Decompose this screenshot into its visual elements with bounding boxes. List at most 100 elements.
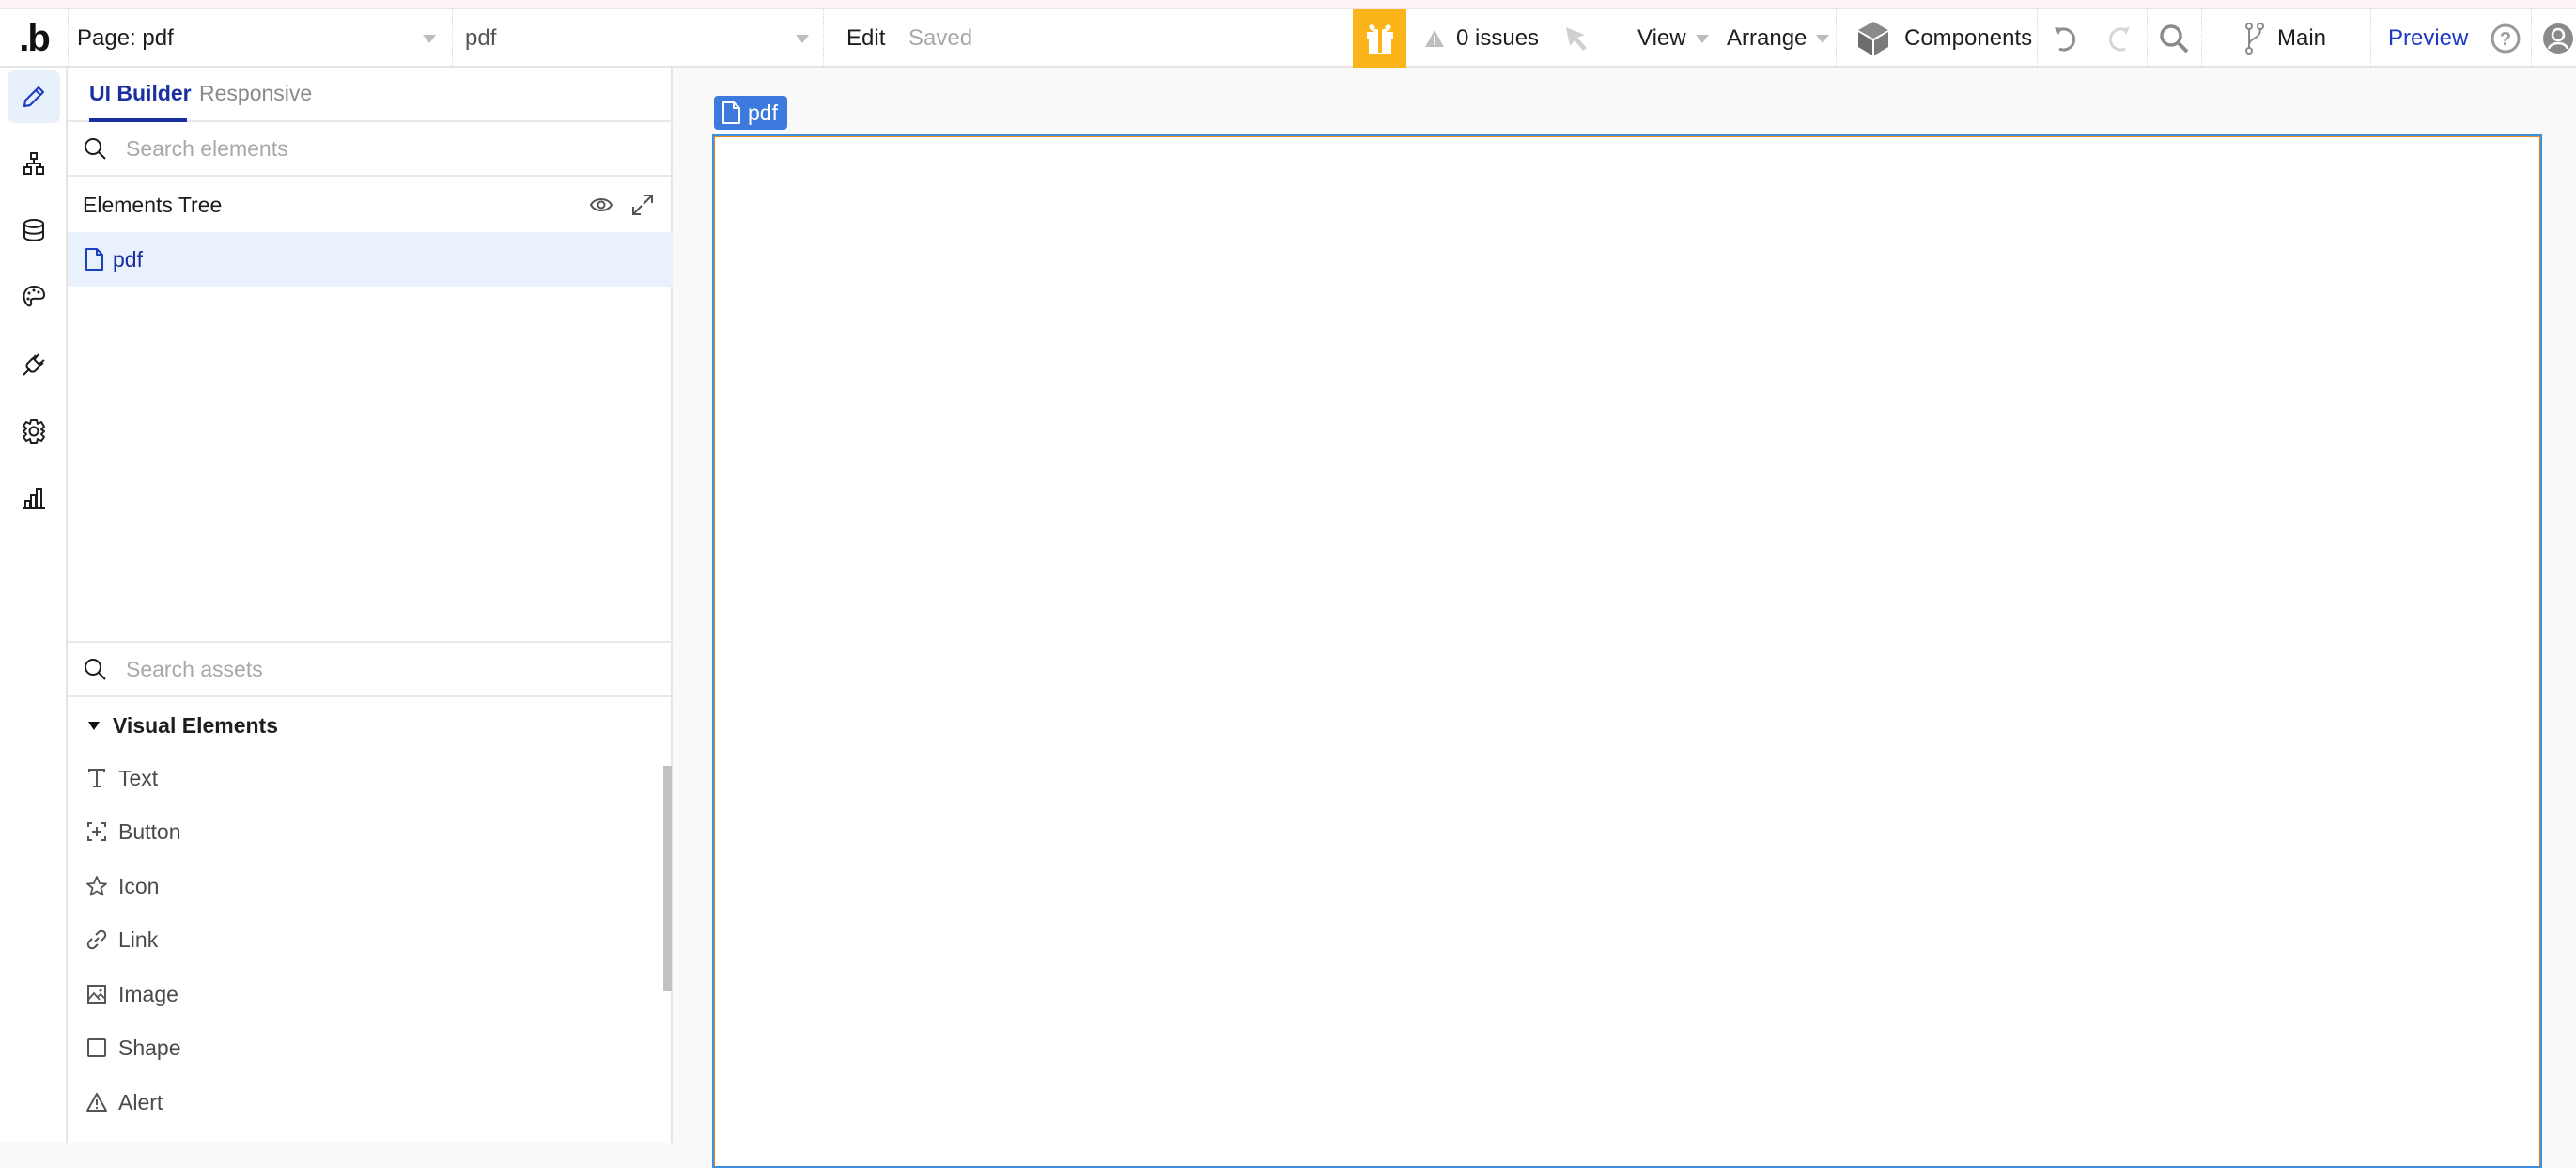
page-label-text: pdf xyxy=(748,100,778,125)
asset-label: Icon xyxy=(118,873,160,898)
visual-elements-section[interactable]: Visual Elements xyxy=(68,699,278,752)
tab-ui-builder[interactable]: UI Builder xyxy=(89,81,192,106)
asset-list: Visual Elements Text Button Icon Link Im… xyxy=(68,699,673,1143)
rail-item-styles[interactable] xyxy=(8,271,60,323)
redo-button[interactable] xyxy=(2106,9,2133,68)
cursor-arrow-icon xyxy=(1566,27,1587,51)
search-assets-row xyxy=(68,641,673,697)
redo-icon xyxy=(2108,27,2130,52)
asset-list-scrollbar[interactable] xyxy=(663,766,672,991)
divider xyxy=(2201,9,2202,68)
cube-icon xyxy=(1858,22,1888,55)
asset-label: Button xyxy=(118,818,181,844)
palette-icon xyxy=(23,285,46,307)
gear-icon xyxy=(23,419,45,444)
view-label: View xyxy=(1637,25,1686,51)
section-label: Visual Elements xyxy=(113,712,278,738)
database-icon xyxy=(23,219,44,241)
page-icon xyxy=(85,248,103,271)
pencil-icon xyxy=(23,86,45,108)
preview-button[interactable]: Preview xyxy=(2388,9,2468,68)
svg-text:?: ? xyxy=(2500,29,2511,50)
element-selector-value: pdf xyxy=(465,25,497,51)
search-elements-row xyxy=(68,122,673,177)
search-button[interactable] xyxy=(2159,9,2189,68)
search-assets-input[interactable] xyxy=(126,656,633,682)
rail-item-settings[interactable] xyxy=(8,405,60,458)
panel-tabs: UI Builder Responsive xyxy=(68,68,673,122)
asset-item-button[interactable]: Button xyxy=(68,805,650,858)
arrange-label: Arrange xyxy=(1727,25,1808,51)
gift-icon xyxy=(1366,24,1393,54)
elements-tree-title: Elements Tree xyxy=(83,193,223,217)
image-icon xyxy=(85,984,109,1004)
components-label: Components xyxy=(1904,25,2033,51)
left-rail xyxy=(0,68,68,1143)
branch-icon xyxy=(2245,23,2264,55)
search-elements-input[interactable] xyxy=(126,135,633,162)
divider xyxy=(823,9,824,68)
issues-count: 0 issues xyxy=(1456,25,1540,51)
asset-label: Text xyxy=(118,765,159,790)
page-label-tag[interactable]: pdf xyxy=(714,96,787,130)
asset-label: Image xyxy=(118,981,178,1006)
help-button[interactable]: ? xyxy=(2491,9,2521,68)
caret-down-icon xyxy=(88,721,100,730)
app-logo[interactable]: .b xyxy=(0,9,68,68)
chevron-down-icon xyxy=(1816,34,1830,43)
asset-item-text[interactable]: Text xyxy=(68,752,650,804)
search-icon xyxy=(83,657,113,681)
tree-item-pdf[interactable]: pdf xyxy=(68,232,673,287)
rail-item-workflow[interactable] xyxy=(8,137,60,190)
inspect-button[interactable] xyxy=(1564,9,1589,68)
branch-selector[interactable]: Main xyxy=(2245,9,2326,68)
page-selector[interactable]: Page: pdf xyxy=(68,9,453,68)
rail-item-plugins[interactable] xyxy=(8,338,60,391)
help-icon: ? xyxy=(2491,23,2521,54)
search-icon xyxy=(2160,24,2189,54)
issues-button[interactable]: 0 issues xyxy=(1424,9,1539,68)
rail-item-logs[interactable] xyxy=(8,472,60,524)
asset-item-shape[interactable]: Shape xyxy=(68,1021,650,1074)
gift-button[interactable] xyxy=(1353,9,1406,68)
shape-icon xyxy=(85,1037,109,1058)
arrange-menu[interactable]: Arrange xyxy=(1727,9,1830,68)
undo-button[interactable] xyxy=(2052,9,2078,68)
tree-item-label: pdf xyxy=(113,246,143,272)
asset-item-icon[interactable]: Icon xyxy=(68,860,650,912)
asset-item-image[interactable]: Image xyxy=(68,968,650,1020)
divider xyxy=(1836,9,1837,68)
text-icon xyxy=(85,768,109,788)
asset-label: Link xyxy=(118,927,159,952)
element-selector[interactable]: pdf xyxy=(453,9,824,68)
rail-item-design[interactable] xyxy=(8,70,60,123)
asset-label: Shape xyxy=(118,1035,181,1060)
edit-menu[interactable]: Edit xyxy=(846,9,885,68)
eye-icon[interactable] xyxy=(589,195,613,219)
left-panel: UI Builder Responsive Elements Tree pdf xyxy=(68,68,673,1143)
asset-label: Alert xyxy=(118,1089,163,1114)
chevron-down-icon xyxy=(1695,34,1709,43)
chart-icon xyxy=(23,488,45,509)
tab-responsive[interactable]: Responsive xyxy=(199,81,312,106)
search-icon xyxy=(83,136,113,161)
asset-item-alert[interactable]: Alert xyxy=(68,1076,650,1129)
elements-tree-header: Elements Tree xyxy=(68,179,673,232)
warning-icon xyxy=(1425,30,1444,47)
link-icon xyxy=(85,929,109,950)
divider xyxy=(2037,9,2038,68)
star-icon xyxy=(85,875,109,897)
undo-icon xyxy=(2055,27,2076,52)
alert-icon xyxy=(85,1092,109,1113)
expand-icon[interactable] xyxy=(631,194,654,221)
page-selector-value: Page: pdf xyxy=(77,25,174,51)
top-strip xyxy=(0,0,2576,9)
account-button[interactable] xyxy=(2542,9,2574,68)
rail-item-data[interactable] xyxy=(8,204,60,257)
components-button[interactable]: Components xyxy=(1857,9,2032,68)
asset-item-link[interactable]: Link xyxy=(68,913,650,966)
divider xyxy=(2147,9,2148,68)
page-canvas[interactable] xyxy=(712,134,2542,1168)
view-menu[interactable]: View xyxy=(1637,9,1709,68)
top-toolbar: .b Page: pdf pdf Edit Saved 0 issues Vie… xyxy=(0,9,2576,68)
